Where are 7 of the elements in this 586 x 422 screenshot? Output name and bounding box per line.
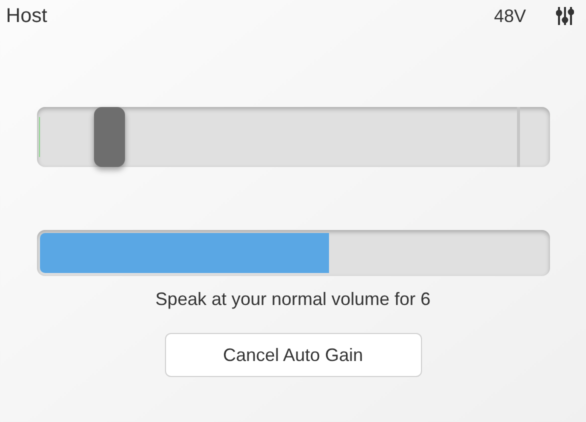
instruction-text: Speak at your normal volume for 6 <box>155 288 431 311</box>
cancel-button[interactable]: Cancel Auto Gain <box>164 333 422 377</box>
phantom-power-label[interactable]: 48V <box>494 2 526 30</box>
slider-thumb[interactable] <box>94 107 125 167</box>
gain-slider[interactable] <box>37 107 550 167</box>
title: Host <box>6 4 48 29</box>
settings-icon[interactable] <box>556 6 574 26</box>
